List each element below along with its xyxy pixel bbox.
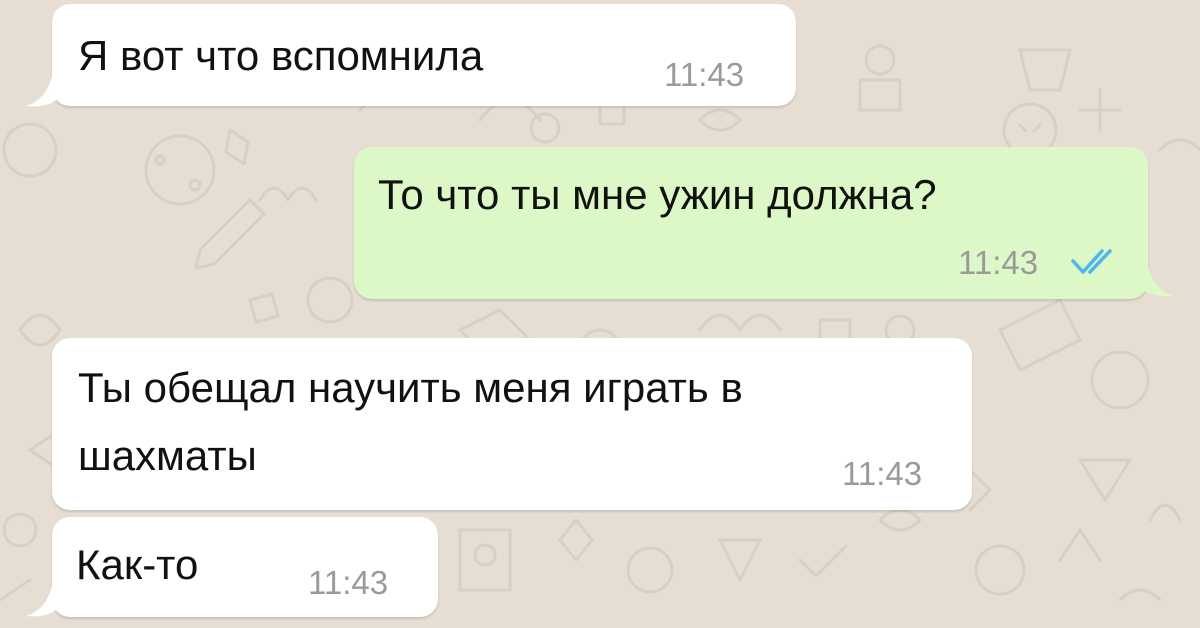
incoming-bubble-tail: [26, 586, 56, 617]
message-timestamp: 11:43: [958, 244, 1039, 281]
message-text: То что ты мне ужин должна?: [378, 171, 937, 218]
conversation-thread: Я вот что вспомнила 11:43 То что ты мне …: [0, 0, 1200, 628]
outgoing-bubble-tail: [1144, 266, 1174, 297]
incoming-bubble-tail: [26, 76, 56, 107]
incoming-message-bubble[interactable]: Ты обещал научить меня играть в шахматы …: [52, 338, 972, 510]
message-timestamp: 11:43: [308, 564, 389, 601]
message-text-line-1: Ты обещал научить меня играть в: [78, 364, 743, 411]
message-timestamp: 11:43: [664, 56, 745, 93]
outgoing-message-bubble[interactable]: То что ты мне ужин должна? 11:43: [354, 147, 1148, 299]
message-timestamp: 11:43: [842, 455, 923, 492]
message-text: Я вот что вспомнила: [78, 32, 484, 79]
incoming-message-bubble[interactable]: Я вот что вспомнила 11:43: [52, 4, 796, 106]
message-text-line-2: шахматы: [78, 432, 257, 479]
double-check-icon: [1071, 249, 1112, 274]
incoming-message-bubble[interactable]: Как-то 11:43: [52, 517, 438, 617]
message-text: Как-то: [76, 541, 199, 588]
